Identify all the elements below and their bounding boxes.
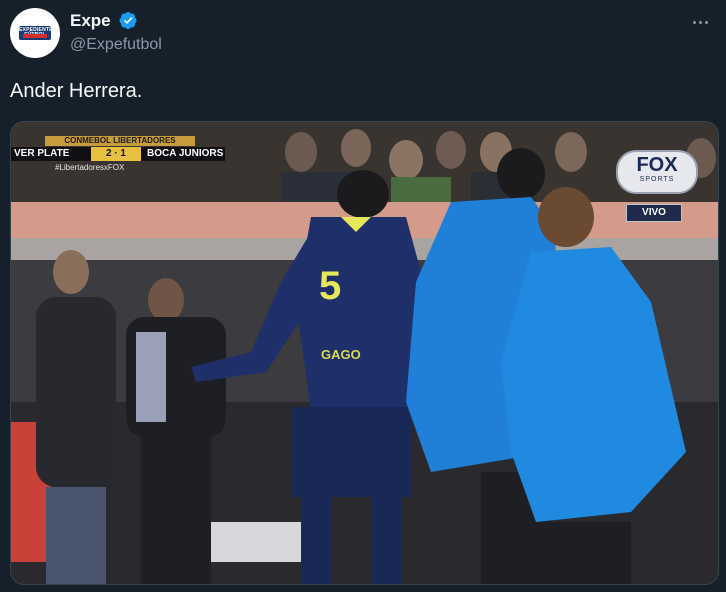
fox-sports-logo: FOX SPORTS: [616, 150, 698, 194]
expediente-futbol-logo: EXPEDIENTE FÚTBOL: [19, 26, 52, 40]
scoreboard-away-team: BOCA JUNIORS: [147, 148, 224, 159]
tweet: EXPEDIENTE FÚTBOL Expe @Expefutbol Ander…: [0, 0, 726, 592]
handle[interactable]: @Expefutbol: [70, 35, 162, 55]
staff-member-center: [126, 278, 226, 584]
broadcast-frame: [11, 122, 718, 584]
more-options-icon[interactable]: [688, 10, 712, 34]
scoreboard-home-team: VER PLATE: [14, 148, 70, 159]
staff-member-left: [36, 250, 116, 584]
tweet-media[interactable]: CONMEBOL LIBERTADORES VER PLATE 2 · 1 BO…: [10, 121, 719, 585]
verified-badge-icon: [119, 11, 137, 30]
scoreboard-score: 2 · 1: [91, 147, 141, 161]
scoreboard-competition: CONMEBOL LIBERTADORES: [45, 136, 195, 146]
jersey-number: 5: [319, 264, 342, 308]
live-badge: VIVO: [626, 204, 682, 222]
tweet-text: Ander Herrera.: [10, 80, 143, 102]
avatar[interactable]: EXPEDIENTE FÚTBOL: [10, 8, 60, 58]
scoreboard-hashtag: #LibertadoresxFOX: [55, 163, 125, 172]
jersey-name: GAGO: [321, 347, 361, 362]
display-name[interactable]: Expe: [70, 10, 111, 32]
scoreboard: CONMEBOL LIBERTADORES VER PLATE 2 · 1 BO…: [11, 136, 231, 172]
scoreboard-row: VER PLATE 2 · 1 BOCA JUNIORS: [11, 147, 225, 161]
